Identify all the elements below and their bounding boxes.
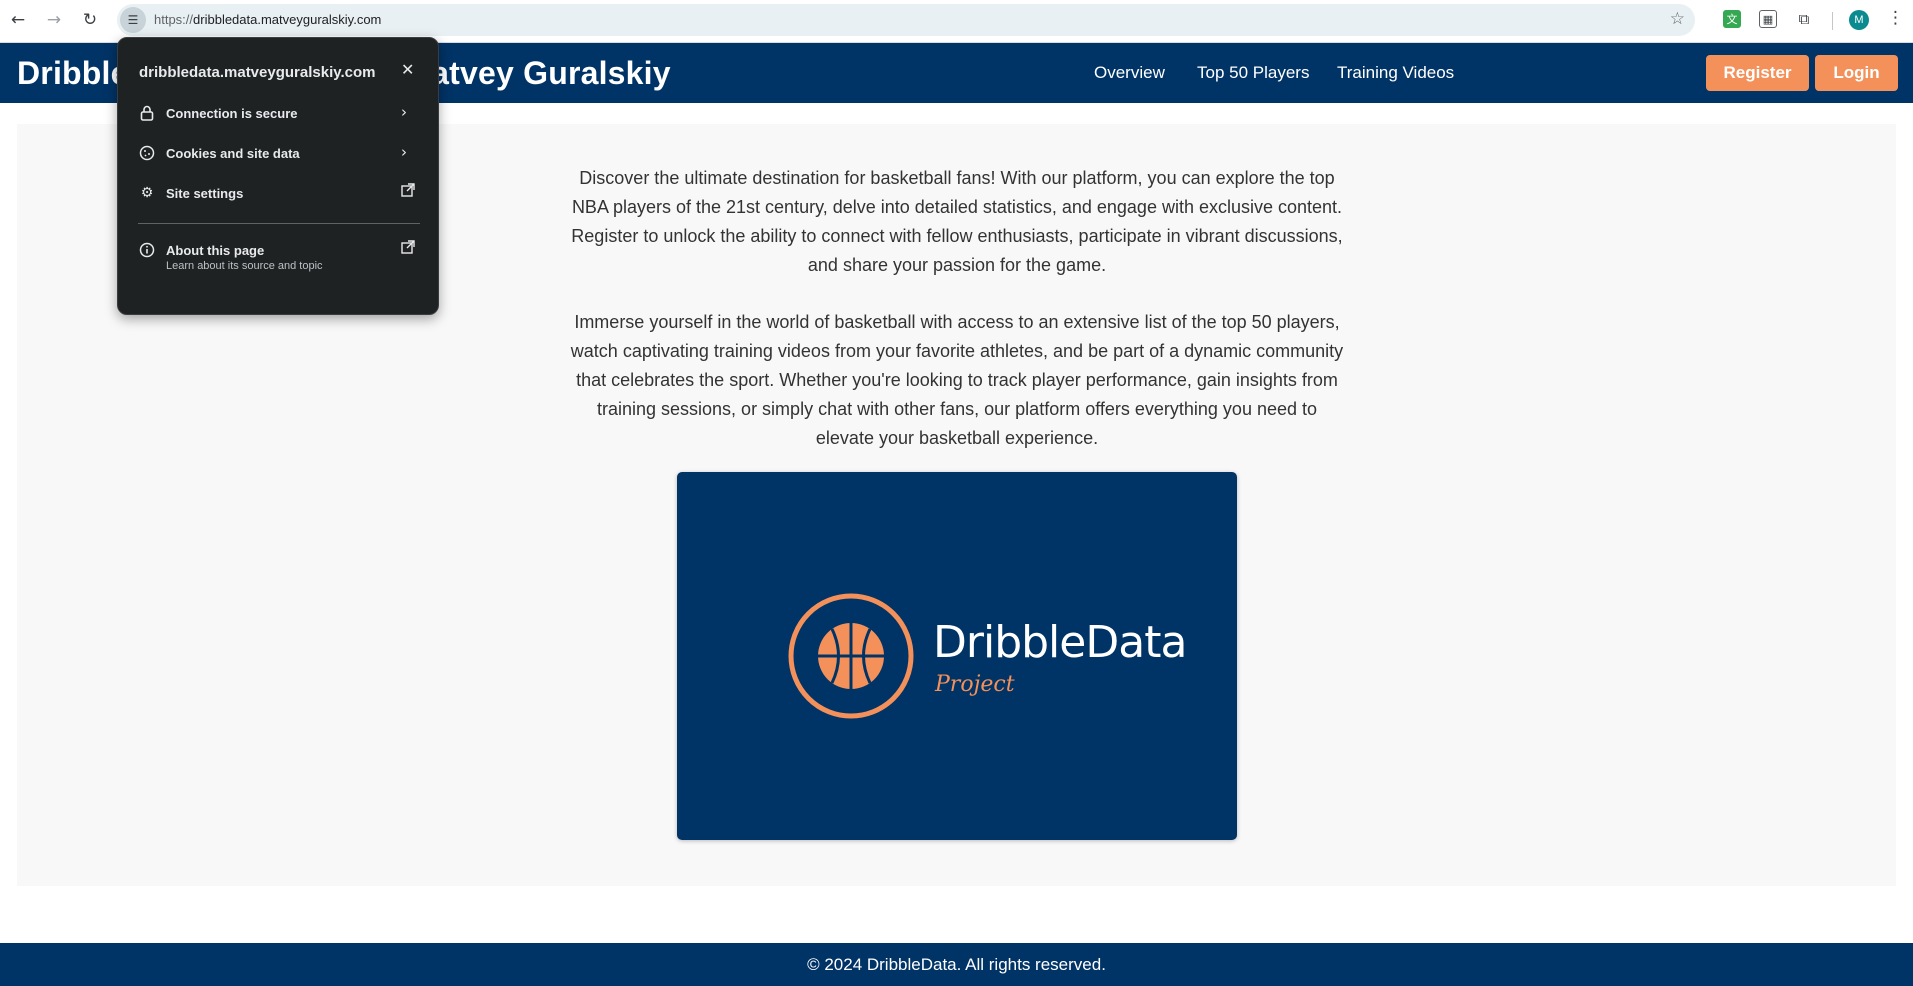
arrow-left-icon: ← (10, 10, 26, 30)
qr-code-icon[interactable]: ▦ (1759, 10, 1777, 28)
extensions-puzzle-icon[interactable]: ⧉ (1795, 10, 1813, 28)
chevron-right-icon: › (401, 143, 407, 161)
intro-paragraph: Discover the ultimate destination for ba… (571, 168, 1343, 275)
cookies-label: Cookies and site data (166, 146, 300, 161)
bookmark-star-icon[interactable]: ☆ (1670, 9, 1685, 29)
translate-extension-icon[interactable]: 文 (1723, 10, 1741, 28)
copyright-text: © 2024 DribbleData. All rights reserved. (807, 954, 1106, 974)
lock-icon (138, 104, 156, 122)
arrow-right-icon: → (46, 10, 62, 30)
url-host: dribbledata.matveyguralskiy.com (193, 12, 382, 27)
about-page-sublabel: Learn about its source and topic (166, 260, 323, 272)
details-paragraph: Immerse yourself in the world of basketb… (570, 312, 1344, 448)
dribbledata-logo-image: DribbleData Project (677, 472, 1237, 840)
cookie-icon (138, 144, 156, 162)
gear-icon: ⚙ (140, 185, 154, 201)
reload-icon: ↻ (82, 10, 98, 30)
tune-icon: ☰ (127, 13, 139, 27)
site-settings-label: Site settings (166, 186, 244, 201)
about-page-row[interactable]: About this page Learn about its source a… (118, 231, 440, 283)
connection-secure-label: Connection is secure (166, 106, 298, 121)
open-external-icon (401, 240, 415, 258)
connection-secure-row[interactable]: Connection is secure › (118, 94, 440, 134)
nav-overview[interactable]: Overview (1094, 63, 1165, 83)
browser-menu-icon[interactable]: ⋮ (1887, 8, 1904, 28)
logo-text: DribbleData (933, 617, 1187, 668)
site-footer: © 2024 DribbleData. All rights reserved. (0, 943, 1913, 986)
nav-training-videos[interactable]: Training Videos (1337, 63, 1454, 83)
login-button[interactable]: Login (1815, 55, 1898, 91)
site-settings-row[interactable]: ⚙ Site settings (118, 174, 440, 214)
back-button[interactable]: ← (6, 8, 30, 32)
chevron-right-icon: › (401, 103, 407, 121)
site-info-popup: dribbledata.matveyguralskiy.com ✕ Connec… (117, 37, 439, 315)
toolbar-separator (1832, 12, 1833, 30)
site-info-button[interactable]: ☰ (120, 7, 146, 33)
info-icon (138, 241, 156, 259)
register-button[interactable]: Register (1706, 55, 1809, 91)
reload-button[interactable]: ↻ (78, 8, 102, 32)
popup-divider (138, 223, 420, 224)
nav-top-50-players[interactable]: Top 50 Players (1197, 63, 1309, 83)
open-external-icon (401, 183, 415, 201)
popup-domain: dribbledata.matveyguralskiy.com (139, 64, 376, 81)
address-bar[interactable]: ☰ https://dribbledata.matveyguralskiy.co… (117, 4, 1695, 36)
forward-button[interactable]: → (42, 8, 66, 32)
about-page-label: About this page (166, 243, 265, 258)
url-text[interactable]: https://dribbledata.matveyguralskiy.com (154, 12, 381, 27)
close-icon[interactable]: ✕ (401, 60, 414, 79)
cookies-row[interactable]: Cookies and site data › (118, 134, 440, 174)
url-scheme: https:// (154, 12, 194, 27)
profile-avatar[interactable]: M (1849, 10, 1869, 30)
logo-subtext: Project (935, 672, 1015, 697)
